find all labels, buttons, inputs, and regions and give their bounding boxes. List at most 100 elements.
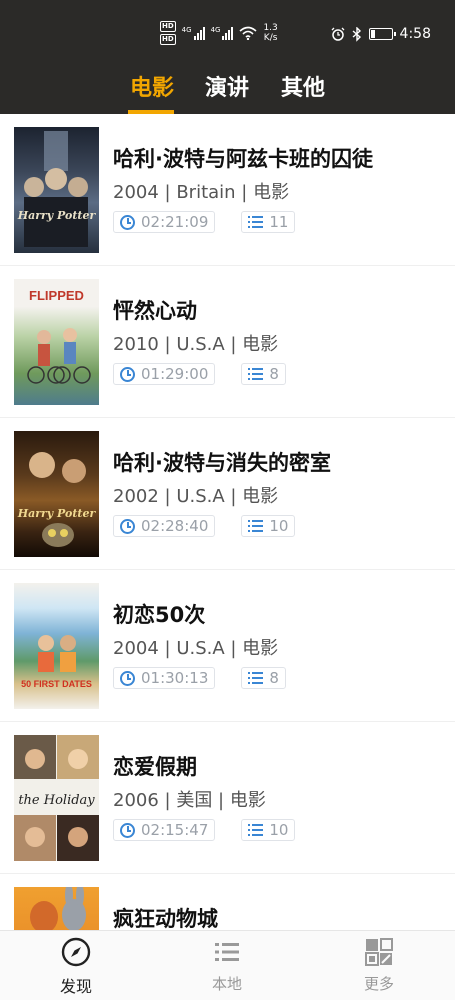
speed-unit: K/s: [263, 33, 278, 43]
duration-chip: 01:29:00: [113, 363, 216, 385]
movie-meta: 2002 | U.S.A | 电影: [113, 486, 279, 507]
clock-icon: [120, 670, 135, 686]
movie-info: 怦然心动 2010 | U.S.A | 电影 01:29:00 8: [113, 266, 286, 417]
grid-icon: [365, 938, 393, 966]
tab-speeches[interactable]: 演讲: [205, 70, 249, 102]
list-icon: [248, 368, 264, 380]
duration-value: 02:28:40: [141, 517, 209, 535]
list-item[interactable]: Harry Potter 哈利·波特与阿兹卡班的囚徒 2004 | Britai…: [0, 114, 455, 266]
movie-title: 恋爱假期: [113, 755, 197, 779]
list-item[interactable]: Harry Potter 哈利·波特与消失的密室 2002 | U.S.A | …: [0, 418, 455, 570]
list-icon: [248, 216, 264, 228]
movie-meta: 2010 | U.S.A | 电影: [113, 334, 279, 355]
status-right: 4:58: [331, 24, 431, 44]
duration-chip: 02:15:47: [113, 819, 216, 841]
episodes-chip: 10: [241, 515, 296, 537]
episodes-value: 11: [269, 213, 289, 231]
signal-icon: 4G: [211, 26, 234, 40]
movie-title: 疯狂动物城: [113, 907, 218, 930]
movie-info: 疯狂动物城: [113, 874, 218, 930]
duration-value: 01:29:00: [141, 365, 209, 383]
movie-title: 哈利·波特与阿兹卡班的囚徒: [113, 147, 373, 171]
app-header: HD HD 4G 4G 1.3 K/s 4:58 电影 演讲 其他: [0, 0, 455, 114]
movie-info: 初恋50次 2004 | U.S.A | 电影 01:30:13 8: [113, 570, 286, 721]
duration-chip: 01:30:13: [113, 667, 216, 689]
poster-title: 50 FIRST DATES: [21, 679, 92, 689]
movie-title: 怦然心动: [113, 299, 197, 323]
category-tabs: 电影 演讲 其他: [0, 62, 455, 114]
duration-value: 02:15:47: [141, 821, 209, 839]
nav-more[interactable]: 更多: [319, 931, 439, 1000]
movie-stats: 01:29:00 8: [113, 363, 286, 385]
movie-info: 恋爱假期 2006 | 美国 | 电影 02:15:47 10: [113, 722, 296, 873]
list-icon: [248, 672, 264, 684]
episodes-value: 10: [269, 821, 289, 839]
status-bar: HD HD 4G 4G 1.3 K/s 4:58: [0, 0, 455, 62]
movie-poster: Harry Potter: [14, 127, 99, 253]
battery-icon: [368, 28, 396, 40]
list-icon: [248, 520, 264, 532]
poster-title: FLIPPED: [29, 288, 84, 303]
movie-info: 哈利·波特与阿兹卡班的囚徒 2004 | Britain | 电影 02:21:…: [113, 114, 373, 265]
nav-discover[interactable]: 发现: [16, 931, 136, 1000]
movie-meta: 2004 | U.S.A | 电影: [113, 638, 279, 659]
movie-title: 哈利·波特与消失的密室: [113, 451, 331, 475]
nav-label: 本地: [211, 975, 242, 993]
movie-poster: the Holiday: [14, 735, 99, 861]
status-left: HD HD 4G 4G 1.3 K/s: [160, 18, 278, 48]
clock-icon: [120, 214, 135, 230]
duration-chip: 02:21:09: [113, 211, 216, 233]
duration-chip: 02:28:40: [113, 515, 216, 537]
signal-icon: 4G: [182, 26, 205, 40]
episodes-chip: 8: [241, 363, 286, 385]
clock-icon: [120, 822, 135, 838]
movie-poster: 50 FIRST DATES: [14, 583, 99, 709]
episodes-value: 8: [269, 669, 279, 687]
hd-badge: HD: [160, 21, 176, 32]
list-item[interactable]: the Holiday 恋爱假期 2006 | 美国 | 电影 02:15:47…: [0, 722, 455, 874]
hd-indicators: HD HD: [160, 21, 176, 45]
episodes-chip: 11: [241, 211, 296, 233]
poster-title: Harry Potter: [17, 507, 96, 520]
movie-info: 哈利·波特与消失的密室 2002 | U.S.A | 电影 02:28:40 1…: [113, 418, 331, 569]
movie-meta: 2006 | 美国 | 电影: [113, 790, 266, 811]
poster-title: the Holiday: [18, 793, 95, 808]
wifi-icon: [239, 26, 257, 40]
tab-others[interactable]: 其他: [281, 70, 325, 102]
alarm-icon: [331, 27, 345, 41]
network-type: 4G: [181, 26, 192, 34]
compass-icon: [61, 937, 91, 967]
movie-stats: 02:21:09 11: [113, 211, 373, 233]
hd-badge: HD: [160, 34, 176, 45]
movie-title: 初恋50次: [113, 603, 206, 627]
tab-movies[interactable]: 电影: [130, 70, 174, 102]
poster-title: Harry Potter: [17, 209, 96, 222]
network-type: 4G: [210, 26, 221, 34]
list-icon: [215, 943, 239, 961]
speed-value: 1.3: [263, 23, 278, 33]
duration-value: 02:21:09: [141, 213, 209, 231]
list-item[interactable]: FLIPPED 怦然心动 2010 | U.S.A | 电影 01:29:00 …: [0, 266, 455, 418]
bluetooth-icon: [352, 26, 361, 42]
bottom-nav: 发现 本地 更多: [0, 930, 455, 1000]
episodes-chip: 10: [241, 819, 296, 841]
network-speed: 1.3 K/s: [263, 23, 277, 43]
episodes-value: 8: [269, 365, 279, 383]
movie-stats: 02:15:47 10: [113, 819, 296, 841]
clock-icon: [120, 518, 135, 534]
movie-stats: 02:28:40 10: [113, 515, 331, 537]
movie-poster: [14, 887, 99, 930]
episodes-value: 10: [269, 517, 289, 535]
episodes-chip: 8: [241, 667, 286, 689]
nav-local[interactable]: 本地: [167, 931, 287, 1000]
movie-poster: Harry Potter: [14, 431, 99, 557]
movie-stats: 01:30:13 8: [113, 667, 286, 689]
list-item[interactable]: 疯狂动物城: [0, 874, 455, 930]
movie-list[interactable]: Harry Potter 哈利·波特与阿兹卡班的囚徒 2004 | Britai…: [0, 114, 455, 930]
list-icon: [248, 824, 264, 836]
clock-time: 4:58: [399, 26, 431, 42]
clock-icon: [120, 366, 135, 382]
list-item[interactable]: 50 FIRST DATES 初恋50次 2004 | U.S.A | 电影 0…: [0, 570, 455, 722]
duration-value: 01:30:13: [141, 669, 209, 687]
nav-label: 发现: [59, 977, 92, 996]
